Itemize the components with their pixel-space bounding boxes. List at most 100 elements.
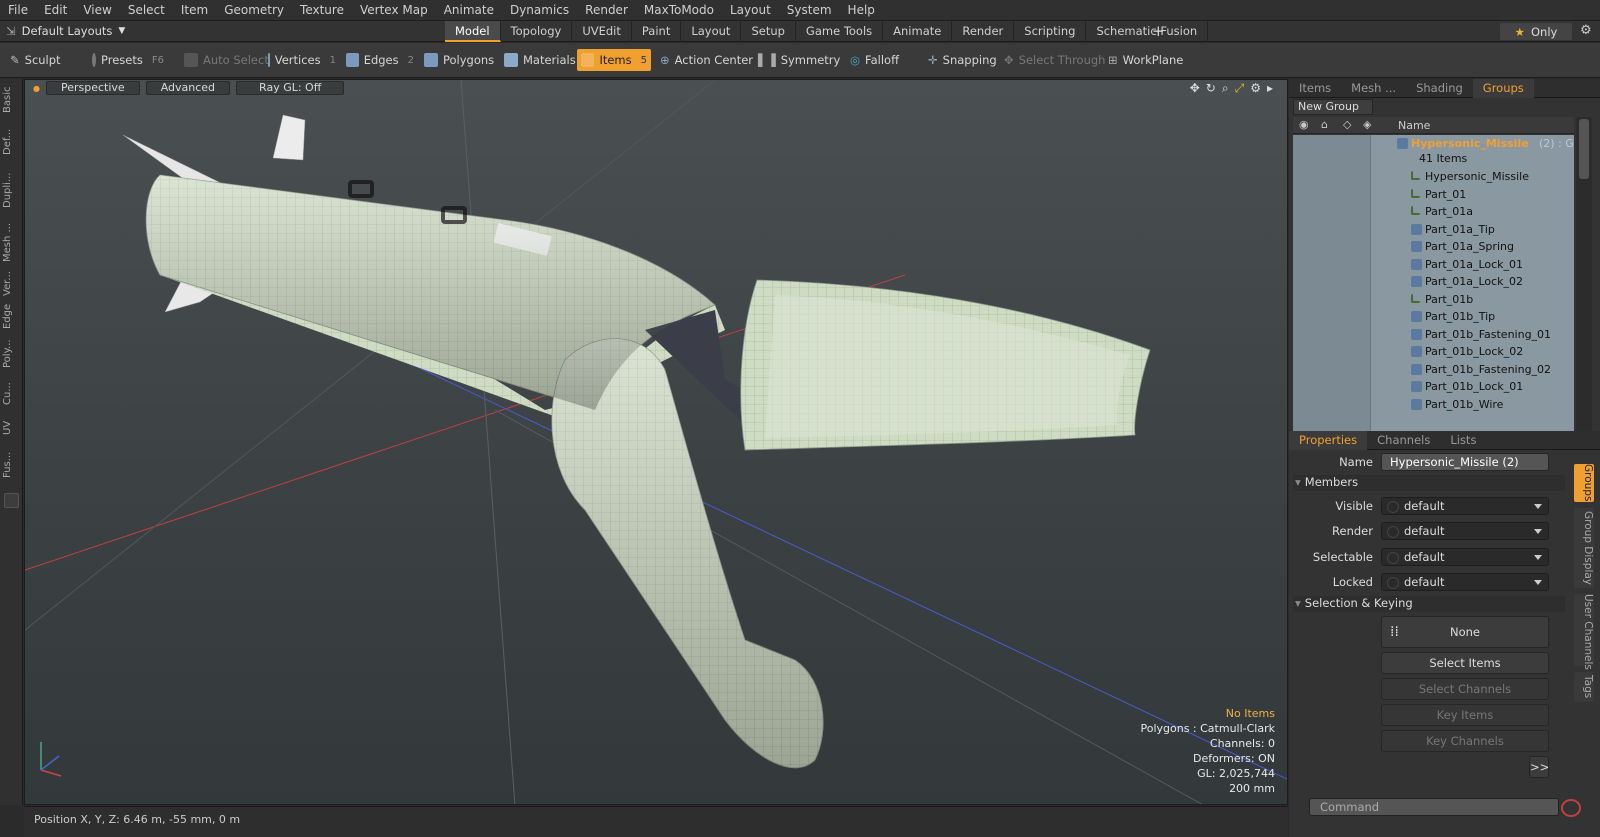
sculpt-button[interactable]: ✎ Sculpt — [6, 49, 65, 71]
left-tab-6[interactable]: Poly... — [2, 333, 21, 375]
list-item[interactable]: Part_01b_Wire — [1293, 396, 1574, 414]
list-item[interactable]: Part_01b_Tip — [1293, 308, 1574, 326]
properties-tab-lists[interactable]: Lists — [1440, 431, 1486, 450]
add-tab-button[interactable]: + — [1152, 22, 1165, 40]
left-tab-3[interactable]: Mesh ... — [2, 217, 21, 267]
key-channels-button[interactable]: Key Channels — [1381, 730, 1549, 752]
render-dropdown[interactable]: default — [1381, 522, 1549, 540]
side-tab-groups[interactable]: Groups — [1574, 464, 1594, 502]
menu-item-texture[interactable]: Texture — [292, 3, 352, 17]
perspective-button[interactable]: Perspective — [45, 81, 140, 95]
properties-tab-channels[interactable]: Channels — [1367, 431, 1440, 450]
menu-item-render[interactable]: Render — [577, 3, 636, 17]
advanced-button[interactable]: Advanced — [145, 81, 231, 95]
none-button[interactable]: ⁞⁞ None — [1381, 616, 1549, 648]
panel-tab-mesh-[interactable]: Mesh ... — [1341, 79, 1406, 98]
menu-item-geometry[interactable]: Geometry — [216, 3, 292, 17]
symmetry-button[interactable]: ▌▐ Symmetry — [754, 49, 844, 71]
panel-tab-items[interactable]: Items — [1289, 79, 1341, 98]
layout-tab-render[interactable]: Render — [952, 21, 1015, 42]
command-input[interactable]: Command — [1309, 798, 1559, 816]
more-button[interactable]: >> — [1529, 756, 1549, 778]
auto-select-button[interactable]: Auto Select — [180, 49, 273, 71]
groups-scrollbar[interactable] — [1576, 117, 1592, 433]
locked-dropdown[interactable]: default — [1381, 573, 1549, 591]
select-channels-button[interactable]: Select Channels — [1381, 678, 1549, 700]
select-items-button[interactable]: Select Items — [1381, 652, 1549, 674]
materials-button[interactable]: Materials — [500, 49, 580, 71]
menu-item-maxtomodo[interactable]: MaxToModo — [636, 3, 722, 17]
record-icon[interactable] — [1561, 799, 1581, 817]
properties-tab-properties[interactable]: Properties — [1289, 430, 1368, 450]
snapping-button[interactable]: ✛ Snapping — [924, 49, 1001, 71]
menu-item-dynamics[interactable]: Dynamics — [502, 3, 577, 17]
left-tab-7[interactable]: Cu... — [2, 377, 21, 411]
name-field[interactable]: Hypersonic_Missile (2) — [1381, 453, 1549, 471]
menu-item-system[interactable]: System — [779, 3, 840, 17]
edges-button[interactable]: Edges 2 — [342, 49, 418, 71]
3d-viewport[interactable]: ● Perspective Advanced Ray GL: Off ✥ ↻ ⌕… — [24, 79, 1288, 805]
menu-item-file[interactable]: File — [0, 3, 36, 17]
selection-keying-section[interactable]: Selection & Keying — [1293, 596, 1565, 612]
select-through-button[interactable]: ✥ Select Through — [1000, 49, 1109, 71]
menu-item-edit[interactable]: Edit — [36, 3, 75, 17]
scrollbar-thumb[interactable] — [1579, 119, 1589, 179]
side-tab-group-display[interactable]: Group Display — [1574, 508, 1594, 588]
left-tab-8[interactable]: UV — [2, 413, 21, 443]
select-icon[interactable]: ◈ — [1363, 118, 1371, 131]
members-section[interactable]: Members — [1293, 475, 1565, 491]
layout-tab-layout[interactable]: Layout — [681, 21, 742, 42]
vertices-button[interactable]: Vertices 1 — [264, 49, 340, 71]
only-button[interactable]: ★ Only — [1500, 23, 1572, 40]
layout-selector[interactable]: ⇲ Default Layouts ▼ — [6, 24, 125, 38]
render-icon[interactable]: ◇ — [1343, 118, 1351, 131]
raygl-button[interactable]: Ray GL: Off — [236, 81, 345, 95]
list-item[interactable]: Part_01a_Lock_01 — [1293, 256, 1574, 274]
side-tab-user-channels[interactable]: User Channels — [1574, 594, 1594, 670]
menu-item-help[interactable]: Help — [840, 3, 883, 17]
menu-item-layout[interactable]: Layout — [722, 3, 779, 17]
menu-item-item[interactable]: Item — [173, 3, 216, 17]
gear-icon[interactable]: ⚙ — [1580, 23, 1592, 38]
visible-dropdown[interactable]: default — [1381, 497, 1549, 515]
left-tab-9[interactable]: Fus... — [2, 445, 21, 485]
polygons-button[interactable]: Polygons — [420, 49, 498, 71]
fit-icon[interactable]: ⤢ — [1235, 81, 1245, 96]
list-item[interactable]: Part_01a — [1293, 203, 1574, 221]
list-item[interactable]: Part_01b_Lock_02 — [1293, 343, 1574, 361]
left-tab-5[interactable]: Edge — [2, 301, 21, 331]
items-button[interactable]: Items 5 — [577, 49, 651, 71]
viewport-gear-icon[interactable]: ⚙ — [1250, 81, 1261, 96]
action-center-button[interactable]: ⊕ Action Center — [656, 49, 757, 71]
list-item[interactable]: Part_01b_Lock_01 — [1293, 378, 1574, 396]
presets-button[interactable]: Presets F6 — [88, 49, 168, 71]
rotate-icon[interactable]: ↻ — [1206, 81, 1216, 96]
left-tab-4[interactable]: Ver... — [2, 269, 21, 299]
menu-item-select[interactable]: Select — [120, 3, 173, 17]
layout-tab-animate[interactable]: Animate — [883, 21, 953, 42]
workplane-button[interactable]: ⊞ WorkPlane — [1104, 49, 1187, 71]
list-item[interactable]: Part_01a_Lock_02 — [1293, 273, 1574, 291]
list-item[interactable]: Part_01b_Fastening_01 — [1293, 326, 1574, 344]
left-tab-0[interactable]: Basic — [2, 81, 21, 119]
panel-tab-shading[interactable]: Shading — [1406, 79, 1473, 98]
list-item[interactable]: Part_01b — [1293, 291, 1574, 309]
viewport-scene[interactable] — [25, 80, 1288, 805]
left-tab-1[interactable]: Def... — [2, 121, 21, 163]
list-item[interactable]: Part_01a_Spring — [1293, 238, 1574, 256]
pan-icon[interactable]: ✥ — [1190, 81, 1200, 96]
layout-tab-uvedit[interactable]: UVEdit — [572, 21, 632, 42]
key-items-button[interactable]: Key Items — [1381, 704, 1549, 726]
layout-tab-setup[interactable]: Setup — [741, 21, 796, 42]
falloff-button[interactable]: ◎ Falloff — [846, 49, 903, 71]
layout-tab-model[interactable]: Model — [445, 21, 501, 42]
side-tab-tags[interactable]: Tags — [1574, 672, 1594, 702]
lock-icon[interactable]: ⌂ — [1321, 118, 1328, 131]
layout-tab-topology[interactable]: Topology — [501, 21, 573, 42]
panel-tab-groups[interactable]: Groups — [1472, 78, 1534, 98]
panel-toggle-button[interactable] — [4, 493, 19, 508]
layout-tab-game-tools[interactable]: Game Tools — [796, 21, 884, 42]
list-item[interactable]: Hypersonic_Missile — [1293, 168, 1574, 186]
zoom-icon[interactable]: ⌕ — [1222, 81, 1229, 96]
layout-tab-schematic-fusion[interactable]: Schematic Fusion — [1086, 21, 1209, 42]
